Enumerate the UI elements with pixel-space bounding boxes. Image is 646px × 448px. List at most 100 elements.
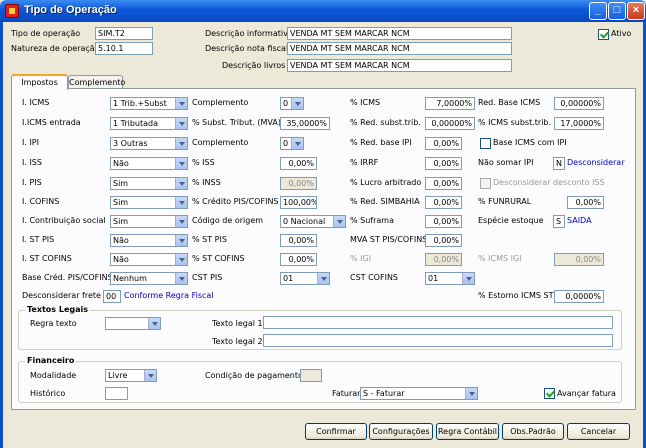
texto-legal-1-input[interactable] (263, 316, 613, 329)
base-cred-value: Nenhum (113, 274, 147, 283)
configuracoes-button[interactable]: Configurações (369, 423, 433, 440)
modalidade-select[interactable]: Livre (105, 369, 157, 382)
complemento2-value: 0 (283, 139, 289, 148)
texto-legal-2-label: Texto legal 2 (212, 337, 263, 346)
icms-subst-trib-input[interactable]: 17,0000% (554, 117, 604, 130)
pct-st-cofins-input[interactable]: 0,00% (280, 253, 317, 266)
maximize-icon[interactable]: □ (608, 2, 626, 20)
base-cred-select[interactable]: Nenhum (110, 272, 188, 285)
chevron-down-icon[interactable] (175, 118, 187, 129)
iss-select[interactable]: Não (110, 157, 188, 170)
desconsiderar-iss-label: Desconsiderar desconto ISS (493, 178, 605, 187)
ipi-label: I. IPI (22, 138, 39, 147)
st-cofins-select[interactable]: Não (110, 253, 188, 266)
chevron-down-icon[interactable] (144, 370, 156, 381)
lucro-arbitrado-input[interactable]: 0,00% (425, 177, 462, 190)
credito-pis-cofins-input[interactable]: 100,00% (280, 196, 317, 209)
regra-texto-select[interactable] (105, 317, 161, 330)
cofins-select[interactable]: Sim (110, 196, 188, 209)
chevron-down-icon[interactable] (175, 158, 187, 169)
chevron-down-icon[interactable] (175, 235, 187, 246)
cofins-value: Sim (113, 198, 129, 207)
close-icon[interactable]: × (627, 2, 645, 20)
chevron-down-icon[interactable] (175, 178, 187, 189)
pct-st-pis-input[interactable]: 0,00% (280, 234, 317, 247)
chevron-down-icon[interactable] (333, 216, 345, 227)
icms-select[interactable]: 1 Trib.+Subst (110, 97, 188, 110)
chevron-down-icon[interactable] (291, 98, 303, 109)
cst-pis-select[interactable]: 01 (280, 272, 330, 285)
chevron-down-icon[interactable] (175, 254, 187, 265)
complemento2-select[interactable]: 0 (280, 137, 304, 150)
tab-impostos[interactable]: Impostos (11, 74, 68, 90)
red-subst-trib-input[interactable]: 0,00000% (425, 117, 475, 130)
cst-cofins-value: 01 (428, 274, 439, 283)
confirmar-button[interactable]: Confirmar (305, 423, 367, 440)
base-icms-ipi-checkbox[interactable] (480, 138, 491, 149)
descricao-nota-fiscal-label: Descrição nota fiscal (205, 44, 289, 53)
subst-tribut-input[interactable]: 35,0000% (280, 117, 330, 130)
red-base-icms-input[interactable]: 0,00000% (554, 97, 604, 110)
faturar-value: S - Faturar (363, 389, 405, 398)
cst-cofins-select[interactable]: 01 (425, 272, 475, 285)
ativo-checkbox[interactable] (598, 29, 609, 40)
especie-estoque-input[interactable]: S (553, 215, 565, 228)
faturar-select[interactable]: S - Faturar (360, 387, 478, 400)
minimize-icon[interactable]: _ (589, 2, 607, 20)
chevron-down-icon[interactable] (291, 138, 303, 149)
pis-value: Sim (113, 179, 129, 188)
complemento1-value: 0 (283, 99, 289, 108)
desconsiderar-frete-input[interactable]: 00 (103, 290, 121, 303)
irrf-input[interactable]: 0,00% (425, 157, 462, 170)
codigo-origem-select[interactable]: 0 Nacional (280, 215, 346, 228)
icms-entrada-select[interactable]: 1 Tributada (110, 117, 188, 130)
textos-legais-title: Textos Legais (25, 305, 90, 315)
cst-cofins-label: CST COFINS (350, 273, 398, 282)
base-cred-label: Base Créd. PIS/COFINS (22, 273, 113, 282)
estorno-icms-st-input[interactable]: 0,0000% (554, 290, 604, 303)
cancelar-button[interactable]: Cancelar (567, 423, 630, 440)
mva-st-label: MVA ST PIS/COFINS (350, 235, 428, 244)
desconsiderar-frete-desc: Conforme Regra Fiscal (124, 291, 214, 300)
icms-igi-label: % ICMS IGI (478, 254, 522, 263)
red-base-ipi-input[interactable]: 0,00% (425, 137, 462, 150)
obs-padrao-button[interactable]: Obs.Padrão (502, 423, 564, 440)
pct-icms-label: % ICMS (350, 98, 381, 107)
cst-pis-label: CST PIS (192, 273, 223, 282)
avancar-fatura-checkbox[interactable] (544, 388, 555, 399)
pis-label: I. PIS (22, 178, 42, 187)
chevron-down-icon[interactable] (175, 273, 187, 284)
contribuicao-social-select[interactable]: Sim (110, 215, 188, 228)
inss-label: % INSS (192, 178, 221, 187)
tipo-operacao-input[interactable]: SIM.T2 (95, 27, 153, 40)
chevron-down-icon[interactable] (462, 273, 474, 284)
chevron-down-icon[interactable] (148, 318, 160, 329)
mva-st-input[interactable]: 0,00% (425, 234, 462, 247)
natureza-operacao-input[interactable]: 5.10.1 (95, 42, 153, 55)
chevron-down-icon[interactable] (175, 216, 187, 227)
texto-legal-2-input[interactable] (263, 334, 613, 347)
chevron-down-icon[interactable] (175, 98, 187, 109)
chevron-down-icon[interactable] (175, 197, 187, 208)
ipi-select[interactable]: 3 Outras (110, 137, 188, 150)
complemento1-select[interactable]: 0 (280, 97, 304, 110)
simbahia-input[interactable]: 0,00% (425, 196, 462, 209)
historico-input[interactable] (105, 387, 128, 400)
desconsiderar-iss-checkbox (480, 178, 491, 189)
regra-contabil-button[interactable]: Regra Contábil (436, 423, 499, 440)
descricao-livros-input[interactable]: VENDA MT SEM MARCAR NCM (287, 59, 512, 72)
descricao-informativa-input[interactable]: VENDA MT SEM MARCAR NCM (287, 27, 512, 40)
nao-somar-ipi-input[interactable]: N (553, 157, 565, 170)
suframa-input[interactable]: 0,00% (425, 215, 462, 228)
pct-st-pis-label: % ST PIS (192, 235, 227, 244)
title-bar[interactable]: Tipo de Operação _ □ × (0, 0, 646, 22)
chevron-down-icon[interactable] (465, 388, 477, 399)
pct-icms-input[interactable]: 7,0000% (425, 97, 475, 110)
descricao-nota-fiscal-input[interactable]: VENDA MT SEM MARCAR NCM (287, 42, 512, 55)
pct-iss-input[interactable]: 0,00% (280, 157, 317, 170)
funrural-input[interactable]: 0,00% (567, 196, 604, 209)
chevron-down-icon[interactable] (175, 138, 187, 149)
chevron-down-icon[interactable] (317, 273, 329, 284)
pis-select[interactable]: Sim (110, 177, 188, 190)
st-pis-select[interactable]: Não (110, 234, 188, 247)
